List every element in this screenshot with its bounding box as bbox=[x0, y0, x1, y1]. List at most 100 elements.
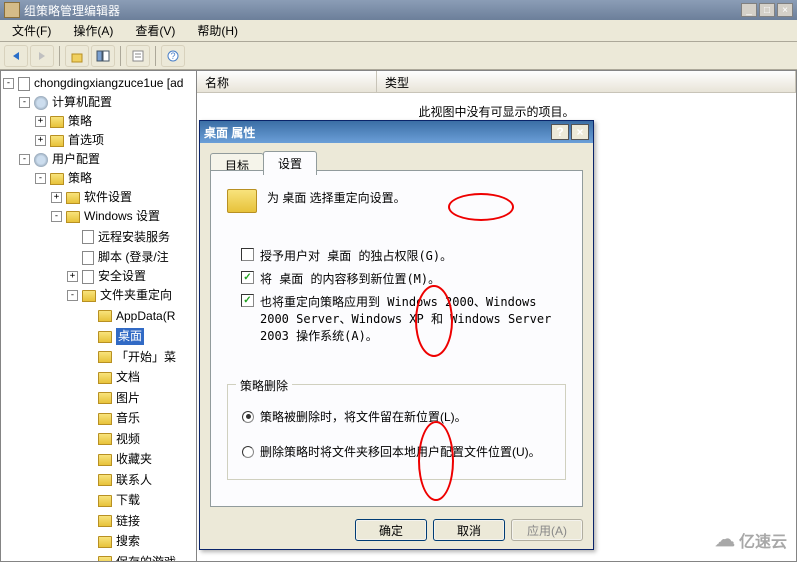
security-icon bbox=[82, 270, 94, 284]
groupbox-policy-delete: 策略删除 策略被删除时，将文件留在新位置(L)。 删除策略时将文件夹移回本地用户… bbox=[227, 384, 566, 480]
dialog-help-button[interactable]: ? bbox=[551, 124, 569, 140]
expand-toggle[interactable]: - bbox=[35, 173, 46, 184]
folder-icon bbox=[98, 556, 112, 562]
dialog-close-button[interactable]: × bbox=[571, 124, 589, 140]
tree-music[interactable]: 音乐 bbox=[116, 410, 140, 427]
expand-toggle[interactable]: + bbox=[35, 135, 46, 146]
menu-help[interactable]: 帮助(H) bbox=[191, 20, 244, 41]
label-radio-move-back: 删除策略时将文件夹移回本地用户配置文件位置(U)。 bbox=[260, 443, 541, 460]
svg-text:?: ? bbox=[170, 51, 175, 61]
desktop-folder-icon bbox=[227, 189, 257, 213]
tree-preferences[interactable]: 首选项 bbox=[68, 132, 104, 149]
tree-pane[interactable]: -chongdingxiangzuce1ue [ad -计算机配置 +策略 +首… bbox=[0, 70, 196, 562]
toolbar: ? bbox=[0, 42, 797, 70]
tree-sw-settings[interactable]: 软件设置 bbox=[84, 189, 132, 206]
checkbox-move[interactable] bbox=[241, 271, 254, 284]
folder-icon bbox=[50, 116, 64, 128]
tree-contacts[interactable]: 联系人 bbox=[116, 472, 152, 489]
tree-desktop[interactable]: 桌面 bbox=[116, 328, 144, 345]
folder-icon bbox=[98, 413, 112, 425]
maximize-button[interactable]: □ bbox=[759, 3, 775, 17]
expand-toggle[interactable]: - bbox=[19, 97, 30, 108]
folder-icon bbox=[98, 536, 112, 548]
tab-settings[interactable]: 设置 bbox=[263, 151, 317, 175]
folder-icon bbox=[50, 135, 64, 147]
tree-favorites[interactable]: 收藏夹 bbox=[116, 451, 152, 468]
tree-remote-install[interactable]: 远程安装服务 bbox=[98, 229, 170, 246]
folder-icon bbox=[98, 351, 112, 363]
tree-video[interactable]: 视频 bbox=[116, 431, 140, 448]
tree-script[interactable]: 脚本 (登录/注 bbox=[98, 249, 169, 266]
tree-appdata[interactable]: AppData(R bbox=[116, 308, 175, 325]
user-icon bbox=[34, 153, 48, 167]
tree-win-settings[interactable]: Windows 设置 bbox=[84, 208, 160, 225]
script-icon bbox=[82, 251, 94, 265]
tree-user-cfg[interactable]: 用户配置 bbox=[52, 151, 100, 168]
tree-root[interactable]: chongdingxiangzuce1ue [ad bbox=[34, 75, 183, 92]
expand-toggle[interactable]: - bbox=[51, 211, 62, 222]
folder-icon bbox=[98, 495, 112, 507]
cancel-button[interactable]: 取消 bbox=[433, 519, 505, 541]
folder-icon bbox=[98, 310, 112, 322]
label-exclusive: 授予用户对 桌面 的独占权限(G)。 bbox=[260, 247, 452, 264]
tree-search[interactable]: 搜索 bbox=[116, 533, 140, 550]
folder-icon bbox=[98, 474, 112, 486]
checkbox-apply-2000[interactable] bbox=[241, 294, 254, 307]
folder-icon bbox=[98, 372, 112, 384]
window-titlebar: 组策略管理编辑器 _ □ × bbox=[0, 0, 797, 20]
expand-toggle[interactable]: + bbox=[67, 271, 78, 282]
tree-pics[interactable]: 图片 bbox=[116, 390, 140, 407]
menu-view[interactable]: 查看(V) bbox=[129, 20, 181, 41]
tree-computer-cfg[interactable]: 计算机配置 bbox=[52, 94, 112, 111]
ok-button[interactable]: 确定 bbox=[355, 519, 427, 541]
folder-icon bbox=[82, 290, 96, 302]
close-button[interactable]: × bbox=[777, 3, 793, 17]
tree-links[interactable]: 链接 bbox=[116, 513, 140, 530]
radio-move-back[interactable] bbox=[242, 446, 254, 458]
app-icon bbox=[4, 2, 20, 18]
dialog-titlebar[interactable]: 桌面 属性 ? × bbox=[200, 121, 593, 143]
tree-policy2[interactable]: 策略 bbox=[68, 170, 92, 187]
tree-policy[interactable]: 策略 bbox=[68, 113, 92, 130]
folder-icon bbox=[98, 331, 112, 343]
folder-icon bbox=[66, 192, 80, 204]
tree-security[interactable]: 安全设置 bbox=[98, 268, 146, 285]
back-button[interactable] bbox=[4, 45, 28, 67]
tree-docs[interactable]: 文档 bbox=[116, 369, 140, 386]
expand-toggle[interactable]: - bbox=[19, 154, 30, 165]
tree-saved-games[interactable]: 保存的游戏 bbox=[116, 554, 176, 562]
folder-icon bbox=[98, 433, 112, 445]
watermark-logo-icon: ☁ bbox=[715, 527, 735, 552]
expand-toggle[interactable]: + bbox=[35, 116, 46, 127]
tree-start-menu[interactable]: 「开始」菜 bbox=[116, 349, 176, 366]
radio-leave[interactable] bbox=[242, 411, 254, 423]
folder-icon bbox=[50, 173, 64, 185]
ris-icon bbox=[82, 230, 94, 244]
folder-icon bbox=[98, 392, 112, 404]
expand-toggle[interactable]: + bbox=[51, 192, 62, 203]
show-hide-button[interactable] bbox=[91, 45, 115, 67]
label-move: 将 桌面 的内容移到新位置(M)。 bbox=[260, 270, 440, 287]
tree-downloads[interactable]: 下载 bbox=[116, 492, 140, 509]
folder-icon bbox=[98, 454, 112, 466]
properties-button[interactable] bbox=[126, 45, 150, 67]
col-name[interactable]: 名称 bbox=[197, 71, 377, 92]
checkbox-exclusive[interactable] bbox=[241, 248, 254, 261]
up-button[interactable] bbox=[65, 45, 89, 67]
help-button[interactable]: ? bbox=[161, 45, 185, 67]
col-type[interactable]: 类型 bbox=[377, 71, 796, 92]
forward-button[interactable] bbox=[30, 45, 54, 67]
menu-file[interactable]: 文件(F) bbox=[6, 20, 57, 41]
dialog-title: 桌面 属性 bbox=[204, 124, 551, 141]
computer-icon bbox=[34, 96, 48, 110]
expand-toggle[interactable]: - bbox=[3, 78, 14, 89]
tree-folder-redir[interactable]: 文件夹重定向 bbox=[100, 287, 172, 304]
minimize-button[interactable]: _ bbox=[741, 3, 757, 17]
properties-dialog: 桌面 属性 ? × 目标 设置 为 桌面 选择重定向设置。 授予用户对 桌面 的… bbox=[199, 120, 594, 550]
menu-action[interactable]: 操作(A) bbox=[67, 20, 119, 41]
folder-icon bbox=[66, 211, 80, 223]
folder-icon bbox=[98, 515, 112, 527]
expand-toggle[interactable]: - bbox=[67, 290, 78, 301]
apply-button[interactable]: 应用(A) bbox=[511, 519, 583, 541]
gpo-icon bbox=[18, 77, 30, 91]
